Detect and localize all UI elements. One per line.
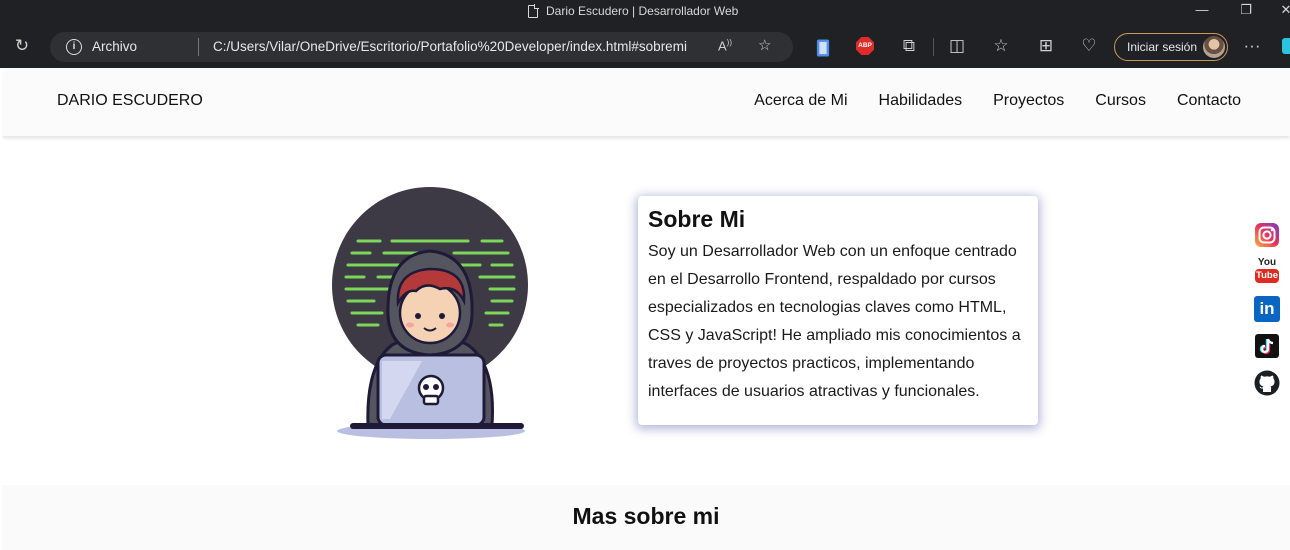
nav-link-contact[interactable]: Contacto — [1177, 92, 1241, 110]
restore-icon[interactable]: ❐ — [1236, 2, 1256, 18]
browser-toolbar: ↻ i Archivo C:/Users/Vilar/OneDrive/Escr… — [0, 24, 1290, 68]
toolbar-separator — [933, 38, 934, 56]
adblock-plus-icon[interactable]: ABP — [856, 37, 874, 55]
document-icon — [528, 3, 539, 18]
youtube-icon[interactable]: You Tube — [1254, 258, 1280, 284]
site-info-label[interactable]: Archivo — [92, 39, 137, 54]
signin-label: Iniciar sesión — [1127, 40, 1198, 54]
more-about-title: Mas sobre mi — [572, 503, 720, 529]
address-bar[interactable]: i Archivo C:/Users/Vilar/OneDrive/Escrit… — [50, 32, 793, 62]
read-aloud-icon[interactable]: A)) — [718, 38, 732, 53]
reload-icon[interactable]: ↻ — [11, 36, 33, 58]
about-text: Soy un Desarrollador Web con un enfoque … — [648, 243, 1021, 400]
browser-essentials-icon[interactable]: ♡ — [1078, 36, 1100, 58]
url-text[interactable]: C:/Users/Vilar/OneDrive/Escritorio/Porta… — [213, 39, 687, 54]
signin-button[interactable]: Iniciar sesión — [1114, 33, 1228, 61]
nav-link-courses[interactable]: Cursos — [1095, 92, 1146, 110]
more-about-section: Mas sobre mi — [2, 485, 1290, 550]
copilot-icon[interactable] — [1282, 38, 1290, 54]
collections-icon[interactable]: ⊞ — [1035, 36, 1057, 58]
window-titlebar: Dario Escudero | Desarrollador Web — ❐ ✕ — [0, 0, 1290, 24]
nav-link-about[interactable]: Acerca de Mi — [754, 92, 847, 110]
hacker-illustration — [332, 187, 528, 439]
linkedin-icon[interactable]: in — [1254, 296, 1280, 322]
youtube-bottom-text: Tube — [1255, 269, 1279, 283]
nav-links: Acerca de Mi Habilidades Proyectos Curso… — [754, 92, 1241, 110]
instagram-icon[interactable] — [1254, 222, 1280, 248]
site-brand[interactable]: DARIO ESCUDERO — [57, 92, 203, 110]
more-options-icon[interactable]: ··· — [1241, 36, 1263, 58]
youtube-top-text: You — [1257, 257, 1277, 268]
tiktok-icon[interactable] — [1254, 333, 1280, 359]
favorite-star-icon[interactable]: ☆ — [758, 36, 771, 54]
split-screen-icon[interactable]: ◫ — [946, 36, 968, 58]
page-viewport: DARIO ESCUDERO Acerca de Mi Habilidades … — [2, 68, 1290, 550]
info-icon[interactable]: i — [66, 39, 82, 55]
minimize-icon[interactable]: — — [1192, 2, 1212, 17]
nav-link-projects[interactable]: Proyectos — [993, 92, 1064, 110]
github-icon[interactable] — [1254, 370, 1280, 396]
profile-avatar — [1203, 36, 1225, 58]
about-title: Sobre Mi — [648, 206, 746, 232]
extension-blue-icon[interactable] — [812, 37, 834, 59]
address-separator — [198, 38, 199, 56]
window-title: Dario Escudero | Desarrollador Web — [546, 4, 739, 18]
about-card: Sobre Mi Soy un Desarrollador Web con un… — [638, 196, 1038, 425]
close-icon[interactable]: ✕ — [1276, 2, 1290, 18]
site-navbar: DARIO ESCUDERO Acerca de Mi Habilidades … — [2, 68, 1290, 136]
extensions-puzzle-icon[interactable]: ⧉ — [898, 36, 920, 58]
favorites-icon[interactable]: ☆ — [990, 36, 1012, 58]
nav-link-skills[interactable]: Habilidades — [879, 92, 963, 110]
window-title-wrap: Dario Escudero | Desarrollador Web — [528, 3, 739, 18]
